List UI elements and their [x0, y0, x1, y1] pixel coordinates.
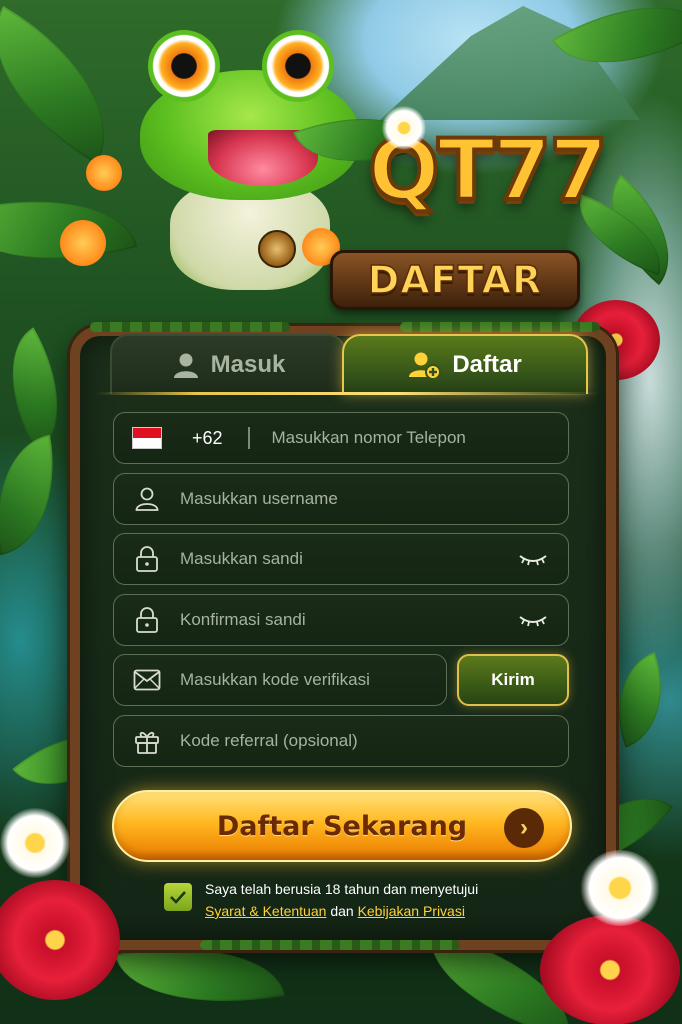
frog-eye: [148, 30, 220, 102]
icon-wrap: [114, 655, 180, 705]
icon-wrap: [114, 534, 180, 584]
icon-wrap: [114, 595, 180, 645]
eye-closed-icon[interactable]: [518, 548, 548, 570]
divider: [248, 427, 250, 449]
country-code[interactable]: +62: [192, 428, 248, 449]
phone-field[interactable]: +62 Masukkan nomor Telepon: [113, 412, 569, 464]
confirm-password-placeholder: Konfirmasi sandi: [180, 610, 306, 629]
tab-underline: [96, 392, 600, 395]
referral-field[interactable]: Kode referral (opsional): [113, 715, 569, 767]
compass-icon: [258, 230, 296, 268]
terms-link[interactable]: Syarat & Ketentuan: [205, 903, 326, 919]
vine-decoration: [90, 322, 290, 332]
plumeria-flower-icon: [580, 850, 660, 926]
mail-icon: [133, 669, 161, 691]
phone-placeholder: Masukkan nomor Telepon: [271, 428, 466, 447]
chevron-right-icon: ›: [504, 808, 544, 848]
add-user-icon: [409, 352, 442, 380]
referral-placeholder: Kode referral (opsional): [180, 731, 358, 750]
send-code-button[interactable]: Kirim: [457, 654, 569, 706]
auth-tabs: Masuk Daftar: [110, 334, 588, 394]
register-now-label: Daftar Sekarang: [216, 810, 468, 842]
eye-closed-icon[interactable]: [518, 609, 548, 631]
agreement-conjunction: dan: [330, 903, 354, 919]
lock-icon: [136, 546, 158, 572]
privacy-link[interactable]: Kebijakan Privasi: [358, 903, 465, 919]
agreement-prefix: Saya telah berusia 18 tahun dan menyetuj…: [205, 881, 479, 897]
tab-login[interactable]: Masuk: [110, 334, 346, 394]
tab-register-label: Daftar: [452, 351, 522, 378]
frog-hand: [60, 220, 106, 266]
logo-subtitle: DAFTAR: [367, 257, 543, 303]
frog-hand: [86, 155, 122, 191]
brand-logo: QT77: [366, 121, 610, 219]
agreement-text: Saya telah berusia 18 tahun dan menyetuj…: [205, 878, 545, 922]
register-now-button[interactable]: Daftar Sekarang ›: [112, 790, 572, 862]
icon-wrap: [114, 474, 180, 524]
vine-decoration: [400, 322, 600, 332]
tab-login-label: Masuk: [210, 351, 286, 378]
lock-icon: [136, 607, 158, 633]
plumeria-flower-icon: [0, 808, 70, 878]
vine-decoration: [200, 940, 460, 950]
password-field[interactable]: Masukkan sandi: [113, 533, 569, 585]
gift-icon: [135, 731, 159, 754]
flag-wrap: [114, 413, 180, 463]
hibiscus-flower-icon: [540, 915, 680, 1024]
user-icon: [135, 487, 159, 511]
icon-wrap: [114, 716, 180, 766]
checkmark-icon: [170, 891, 186, 904]
verification-placeholder: Masukkan kode verifikasi: [180, 670, 370, 689]
agreement-checkbox[interactable]: [164, 883, 192, 911]
plumeria-flower-icon: [382, 106, 426, 150]
tab-register[interactable]: Daftar: [342, 334, 588, 394]
password-placeholder: Masukkan sandi: [180, 549, 303, 568]
username-field[interactable]: Masukkan username: [113, 473, 569, 525]
indonesia-flag-icon: [132, 427, 162, 449]
user-icon: [173, 353, 198, 378]
verification-field[interactable]: Masukkan kode verifikasi: [113, 654, 447, 706]
frog-eye: [262, 30, 334, 102]
confirm-password-field[interactable]: Konfirmasi sandi: [113, 594, 569, 646]
username-placeholder: Masukkan username: [180, 489, 338, 508]
